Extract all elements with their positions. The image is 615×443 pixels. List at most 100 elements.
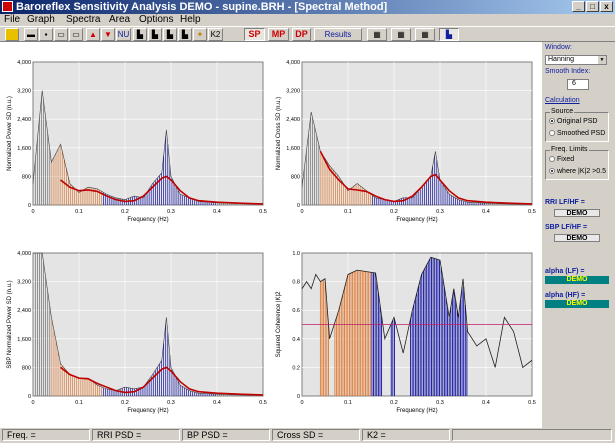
y-tick-label: 0.8 xyxy=(292,280,300,286)
x-tick-label: 0 xyxy=(31,209,34,215)
menu-file[interactable]: File xyxy=(4,14,20,26)
x-tick-label: 0.3 xyxy=(436,400,444,406)
calculation-link[interactable]: Calculation xyxy=(545,97,580,104)
grid-icon[interactable]: ▦ xyxy=(391,28,411,41)
chart-icon[interactable]: ▙ xyxy=(133,28,147,41)
x-tick-label: 0 xyxy=(300,209,303,215)
menu-help[interactable]: Help xyxy=(180,14,201,26)
source-title: Source xyxy=(550,108,575,115)
freq-limits-group: Freq. Limits Fixed where |K|2 >0.5 xyxy=(545,146,609,180)
k2-button[interactable]: K2 xyxy=(208,28,223,41)
freq-fixed-radio[interactable]: Fixed xyxy=(549,156,574,163)
target-icon[interactable]: ✦ xyxy=(193,28,207,41)
y-tick-label: 3,200 xyxy=(286,89,300,95)
y-axis-label: Normalized Cross SD (n.u.) xyxy=(276,97,282,170)
nu-button[interactable]: NU xyxy=(116,28,131,41)
status-rri-psd: RRI PSD = xyxy=(92,429,180,441)
grid-icon[interactable]: ▦ xyxy=(367,28,387,41)
right-panel: Window: Hanning ▼ Smooth Index: 6 Calcul… xyxy=(542,42,615,428)
status-k2: K2 = xyxy=(362,429,450,441)
x-tick-label: 0.1 xyxy=(75,209,83,215)
y-tick-label: 1,600 xyxy=(286,146,300,152)
dp-button[interactable]: DP xyxy=(292,28,311,41)
smooth-label: Smooth Index: xyxy=(545,68,591,75)
freq-k2-label: where |K|2 >0.5 xyxy=(557,168,606,175)
copy-icon[interactable]: ▭ xyxy=(69,28,83,41)
menu-graph[interactable]: Graph xyxy=(27,14,55,26)
minimize-button[interactable]: _ xyxy=(572,1,585,12)
status-empty xyxy=(452,429,612,441)
x-tick-label: 0.4 xyxy=(213,209,221,215)
smooth-value: 6 xyxy=(572,80,576,87)
y-tick-label: 0.2 xyxy=(292,365,300,371)
maximize-button[interactable]: □ xyxy=(586,1,599,12)
x-tick-label: 0.2 xyxy=(121,400,129,406)
y-axis-label: SBP Normalized Power SD (n.u.) xyxy=(7,280,13,368)
y-tick-label: 1.0 xyxy=(292,251,300,257)
freq-k2-radio[interactable]: where |K|2 >0.5 xyxy=(549,168,606,175)
status-bp-psd: BP PSD = xyxy=(182,429,270,441)
print-icon[interactable]: ▭ xyxy=(54,28,68,41)
x-axis-label: Frequency (Hz) xyxy=(127,408,168,414)
rri-lfhf-value: DEMO xyxy=(554,209,600,217)
smooth-stepper[interactable]: 6 xyxy=(567,79,589,90)
title-bar: Baroreflex Sensitivity Analysis DEMO - s… xyxy=(0,0,615,14)
sbp-lfhf-value: DEMO xyxy=(554,234,600,242)
mp-button[interactable]: MP xyxy=(268,28,289,41)
chart-icon[interactable]: ▙ xyxy=(439,28,459,41)
source-original-label: Original PSD xyxy=(557,118,598,125)
y-tick-label: 4,000 xyxy=(286,60,300,66)
y-tick-label: 800 xyxy=(22,365,31,371)
menu-spectra[interactable]: Spectra xyxy=(66,14,100,26)
x-tick-label: 0.3 xyxy=(167,209,175,215)
save-icon[interactable]: ▪ xyxy=(39,28,53,41)
arrow-down-icon[interactable]: ▼ xyxy=(101,28,115,41)
status-cross-sd: Cross SD = xyxy=(272,429,360,441)
x-axis-label: Frequency (Hz) xyxy=(396,217,437,223)
app-icon xyxy=(2,1,13,12)
menu-options[interactable]: Options xyxy=(139,14,173,26)
y-tick-label: 2,400 xyxy=(17,308,31,314)
chart-icon[interactable]: ▙ xyxy=(163,28,177,41)
grid-icon[interactable]: ▦ xyxy=(415,28,435,41)
x-tick-label: 0 xyxy=(31,400,34,406)
x-axis-label: Frequency (Hz) xyxy=(396,408,437,414)
plots-svg: 4,000 3,200 2,400 1,600 800 0 0 0.1 0.2 0.3 0.4 0.5… xyxy=(7,60,536,414)
x-tick-label: 0.2 xyxy=(390,400,398,406)
alpha-lf-value: DEMO xyxy=(545,276,609,284)
plot-area: 4,000 3,200 2,400 1,600 800 0 0 0.1 0.2 0.3 0.4 0.5… xyxy=(0,42,542,428)
x-tick-label: 0 xyxy=(300,400,303,406)
y-axis-label: Squared Coherence |K|2 xyxy=(276,291,282,357)
source-original-radio[interactable]: Original PSD xyxy=(549,118,597,125)
source-smoothed-radio[interactable]: Smoothed PSD xyxy=(549,130,605,137)
window-select[interactable]: Hanning ▼ xyxy=(545,55,607,65)
y-axis-label: Normalized Power SD (n.u.) xyxy=(7,96,13,171)
alpha-hf-label: alpha (HF) = xyxy=(545,292,586,299)
x-tick-label: 0.2 xyxy=(121,209,129,215)
y-tick-label: 2,400 xyxy=(286,117,300,123)
x-tick-label: 0.4 xyxy=(213,400,221,406)
freq-limits-title: Freq. Limits xyxy=(550,146,589,153)
close-button[interactable]: x xyxy=(600,1,613,12)
sp-button[interactable]: SP xyxy=(244,28,265,41)
x-tick-label: 0.5 xyxy=(528,400,536,406)
open-folder-icon[interactable]: ▬ xyxy=(24,28,38,41)
status-bar: Freq. = RRI PSD = BP PSD = Cross SD = K2… xyxy=(0,428,615,443)
y-tick-label: 4,000 xyxy=(17,251,31,257)
open-book-icon[interactable] xyxy=(5,28,19,41)
x-tick-label: 0.1 xyxy=(344,400,352,406)
chart-icon[interactable]: ▙ xyxy=(178,28,192,41)
x-tick-label: 0.2 xyxy=(390,209,398,215)
status-freq: Freq. = xyxy=(2,429,90,441)
results-button[interactable]: Results xyxy=(314,28,362,41)
source-smoothed-label: Smoothed PSD xyxy=(557,130,606,137)
menu-area[interactable]: Area xyxy=(109,14,130,26)
y-tick-label: 1,600 xyxy=(17,337,31,343)
y-tick-label: 800 xyxy=(291,174,300,180)
y-tick-label: 4,000 xyxy=(17,60,31,66)
window-label: Window: xyxy=(545,44,572,51)
chart-icon[interactable]: ▙ xyxy=(148,28,162,41)
x-tick-label: 0.5 xyxy=(528,209,536,215)
arrow-up-icon[interactable]: ▲ xyxy=(86,28,100,41)
y-tick-label: 3,200 xyxy=(17,280,31,286)
